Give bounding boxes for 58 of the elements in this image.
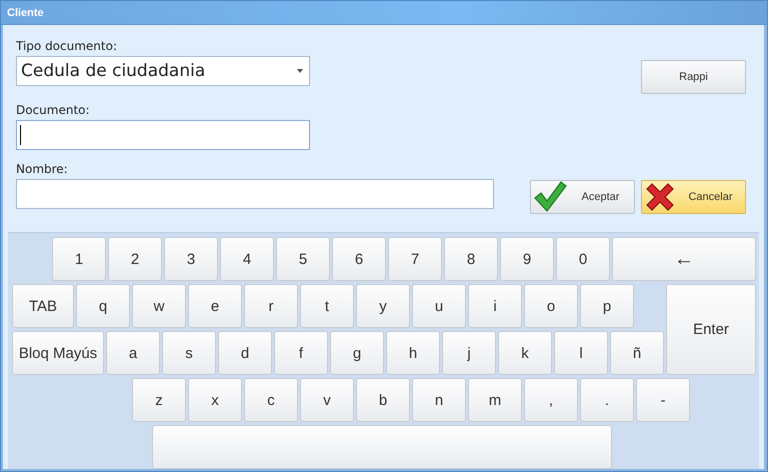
key[interactable]: z (132, 378, 186, 422)
key[interactable]: 4 (220, 237, 274, 281)
input-field[interactable] (16, 120, 310, 150)
key[interactable]: ñ (610, 331, 664, 375)
document-type-dropdown[interactable]: Cedula de ciudadania (16, 56, 310, 86)
key[interactable]: f (274, 331, 328, 375)
key[interactable]: . (580, 378, 634, 422)
key[interactable]: o (524, 284, 578, 328)
key[interactable]: - (636, 378, 690, 422)
key[interactable]: e (188, 284, 242, 328)
key[interactable]: q (76, 284, 130, 328)
key[interactable]: 1 (52, 237, 106, 281)
key[interactable]: l (554, 331, 608, 375)
key[interactable]: 0 (556, 237, 610, 281)
key[interactable]: j (442, 331, 496, 375)
accept-button[interactable]: Aceptar (530, 180, 635, 214)
key[interactable]: u (412, 284, 466, 328)
key[interactable]: p (580, 284, 634, 328)
key[interactable]: b (356, 378, 410, 422)
caret-icon (297, 69, 303, 73)
key[interactable]: 9 (500, 237, 554, 281)
close-icon (644, 181, 676, 213)
key[interactable]: r (244, 284, 298, 328)
checkmark-icon (533, 181, 567, 213)
window-title: Cliente (7, 6, 44, 18)
key[interactable]: 5 (276, 237, 330, 281)
key[interactable]: c (244, 378, 298, 422)
key[interactable]: x (188, 378, 242, 422)
key[interactable]: t (300, 284, 354, 328)
key[interactable]: 7 (388, 237, 442, 281)
field-label: Tipo documento: (16, 38, 118, 55)
key[interactable]: 2 (108, 237, 162, 281)
field-label: Nombre: (16, 161, 69, 178)
rappi-button[interactable]: Rappi (641, 60, 746, 94)
key[interactable]: a (106, 331, 160, 375)
key[interactable]: y (356, 284, 410, 328)
tab-key[interactable]: TAB (12, 284, 74, 328)
caps-lock-key[interactable]: Bloq Mayús (12, 331, 104, 375)
key[interactable]: n (412, 378, 466, 422)
space-key[interactable] (152, 425, 612, 469)
cancel-button[interactable]: Cancelar (641, 180, 746, 214)
key[interactable]: h (386, 331, 440, 375)
key[interactable]: g (330, 331, 384, 375)
key[interactable]: , (524, 378, 578, 422)
key[interactable]: v (300, 378, 354, 422)
field-label: Documento: (16, 102, 91, 119)
input-field[interactable] (16, 179, 494, 209)
key[interactable]: 6 (332, 237, 386, 281)
key[interactable]: k (498, 331, 552, 375)
key[interactable]: 8 (444, 237, 498, 281)
enter-key[interactable]: Enter (666, 284, 756, 375)
key[interactable]: d (218, 331, 272, 375)
key[interactable]: m (468, 378, 522, 422)
key[interactable]: s (162, 331, 216, 375)
key[interactable]: w (132, 284, 186, 328)
key[interactable]: 3 (164, 237, 218, 281)
key[interactable]: i (468, 284, 522, 328)
backspace-key[interactable]: ← (612, 237, 756, 281)
